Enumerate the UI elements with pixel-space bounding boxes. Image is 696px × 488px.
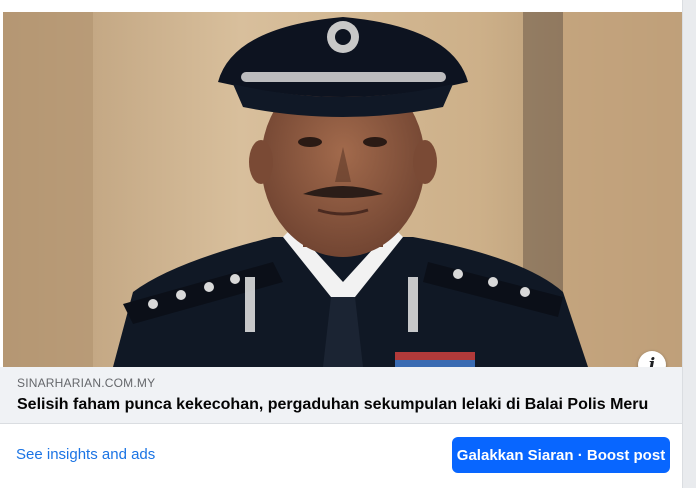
see-insights-link[interactable]: See insights and ads	[16, 446, 155, 463]
officer-photo	[3, 12, 682, 367]
link-preview-meta[interactable]: SINARHARIAN.COM.MY Selisih faham punca k…	[0, 367, 682, 423]
link-domain: SINARHARIAN.COM.MY	[17, 376, 156, 390]
link-headline[interactable]: Selisih faham punca kekecohan, pergaduha…	[17, 396, 648, 414]
post-actions-bar: See insights and ads Galakkan Siaran · B…	[0, 424, 682, 488]
card-top-edge	[0, 0, 682, 12]
link-preview-image[interactable]	[3, 12, 682, 367]
boost-post-button[interactable]: Galakkan Siaran · Boost post	[452, 437, 670, 473]
post-card: i SINARHARIAN.COM.MY Selisih faham punca…	[0, 0, 683, 488]
